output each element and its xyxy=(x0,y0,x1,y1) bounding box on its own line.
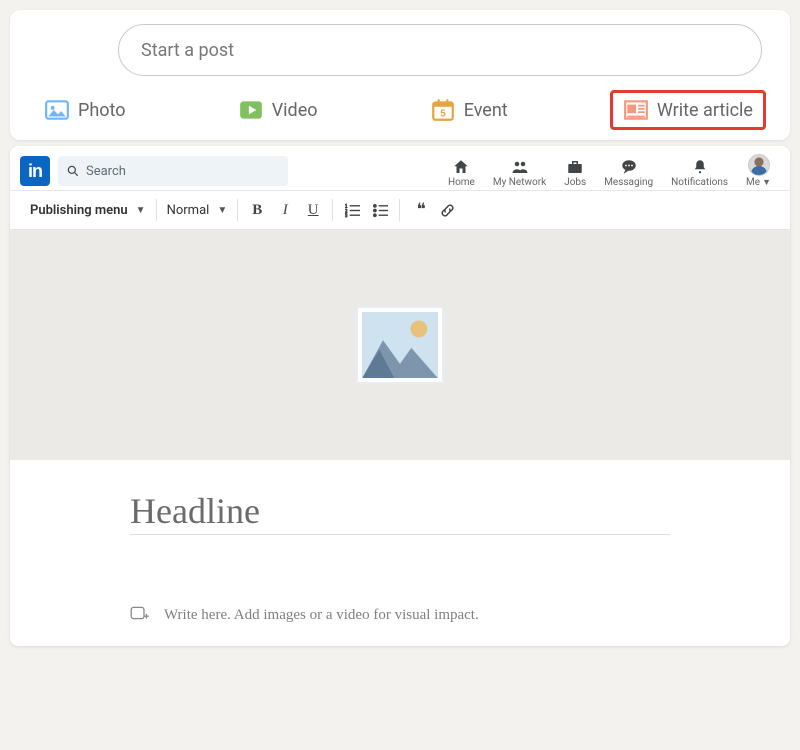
ordered-list-button[interactable]: 123 xyxy=(343,201,361,219)
event-label: Event xyxy=(464,100,508,121)
nav-notifications-label: Notifications xyxy=(671,177,728,188)
search-placeholder: Search xyxy=(86,164,126,179)
nav-messaging-label: Messaging xyxy=(604,177,653,188)
ordered-list-icon: 123 xyxy=(345,203,360,218)
nav-home[interactable]: Home xyxy=(439,158,484,188)
chevron-down-icon: ▼ xyxy=(136,205,146,216)
messaging-icon xyxy=(618,158,640,176)
avatar-icon xyxy=(748,154,770,176)
nav-items: Home My Network Jobs Messaging Notificat… xyxy=(439,154,780,188)
jobs-icon xyxy=(564,158,586,176)
svg-text:5: 5 xyxy=(440,109,446,120)
nav-notifications[interactable]: Notifications xyxy=(662,158,737,188)
link-button[interactable] xyxy=(438,201,456,219)
event-button[interactable]: 5 Event xyxy=(420,90,518,130)
svg-text:3: 3 xyxy=(345,214,348,218)
unordered-list-icon xyxy=(373,203,388,218)
nav-me[interactable]: Me▼ xyxy=(737,154,780,188)
nav-network-label: My Network xyxy=(493,177,546,188)
add-media-button[interactable] xyxy=(130,605,150,626)
headline-placeholder: Headline xyxy=(130,491,260,531)
article-editor-card: in Search Home My Network Jobs Messaging xyxy=(10,146,790,646)
photo-label: Photo xyxy=(78,100,126,121)
unordered-list-button[interactable] xyxy=(371,201,389,219)
network-icon xyxy=(509,158,531,176)
nav-me-label: Me▼ xyxy=(746,177,771,188)
body-placeholder[interactable]: Write here. Add images or a video for vi… xyxy=(164,607,479,624)
linkedin-logo[interactable]: in xyxy=(20,156,50,186)
logo-text: in xyxy=(28,161,42,182)
editor-toolbar: Publishing menu ▼ Normal ▼ B I U 123 ❝ xyxy=(10,190,790,230)
video-button[interactable]: Video xyxy=(228,90,328,130)
text-style-label: Normal xyxy=(167,203,210,218)
body-input-row: Write here. Add images or a video for vi… xyxy=(130,605,670,626)
underline-button[interactable]: U xyxy=(304,201,322,219)
photo-button[interactable]: Photo xyxy=(34,90,136,130)
chevron-down-icon: ▼ xyxy=(217,205,227,216)
start-post-input[interactable]: Start a post xyxy=(118,24,762,76)
start-post-placeholder: Start a post xyxy=(141,40,234,61)
write-article-button[interactable]: Write article xyxy=(610,90,766,130)
image-placeholder-icon xyxy=(356,306,444,384)
publishing-menu-dropdown[interactable]: Publishing menu ▼ xyxy=(30,203,146,218)
cover-image-dropzone[interactable] xyxy=(10,230,790,460)
start-post-card: Start a post Photo Video xyxy=(10,10,790,140)
nav-jobs[interactable]: Jobs xyxy=(555,158,595,188)
home-icon xyxy=(450,158,472,176)
search-icon xyxy=(66,164,80,178)
event-icon: 5 xyxy=(430,97,456,123)
text-style-dropdown[interactable]: Normal ▼ xyxy=(167,203,228,218)
top-nav: in Search Home My Network Jobs Messaging xyxy=(10,146,790,190)
chevron-down-icon: ▼ xyxy=(762,178,771,188)
add-media-icon xyxy=(130,605,150,621)
headline-input[interactable]: Headline xyxy=(130,490,670,535)
post-actions-row: Photo Video 5 Event xyxy=(28,90,772,132)
photo-icon xyxy=(44,97,70,123)
article-body: Headline Write here. Add images or a vid… xyxy=(10,460,790,646)
write-article-label: Write article xyxy=(657,100,753,121)
nav-network[interactable]: My Network xyxy=(484,158,555,188)
bold-button[interactable]: B xyxy=(248,201,266,219)
link-icon xyxy=(440,203,455,218)
nav-jobs-label: Jobs xyxy=(564,177,586,188)
nav-messaging[interactable]: Messaging xyxy=(595,158,662,188)
italic-button[interactable]: I xyxy=(276,201,294,219)
blockquote-button[interactable]: ❝ xyxy=(410,201,428,219)
nav-home-label: Home xyxy=(448,177,475,188)
publishing-menu-label: Publishing menu xyxy=(30,203,128,218)
video-label: Video xyxy=(272,100,318,121)
article-icon xyxy=(623,97,649,123)
search-input[interactable]: Search xyxy=(58,156,288,186)
bell-icon xyxy=(689,158,711,176)
video-icon xyxy=(238,97,264,123)
